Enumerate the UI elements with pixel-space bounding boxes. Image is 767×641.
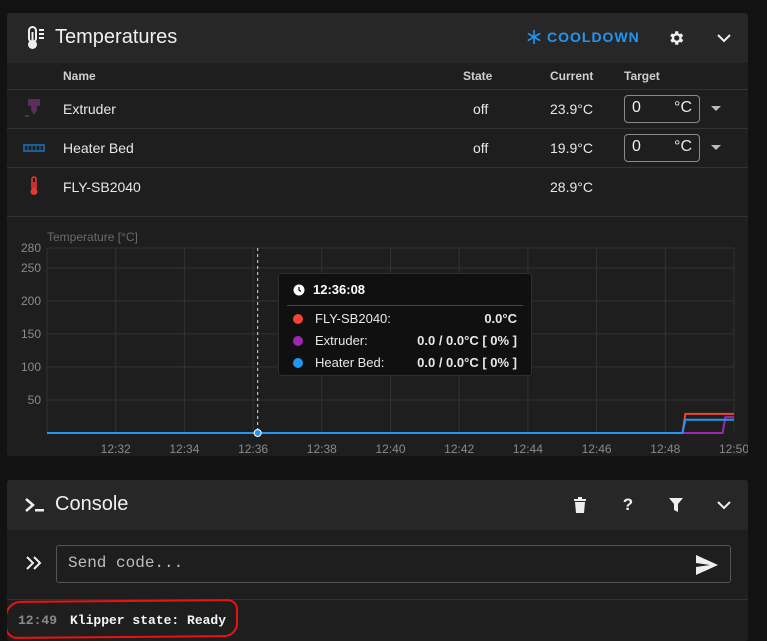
x-tick-label: 12:40	[375, 442, 405, 456]
heater-current: 19.9°C	[550, 140, 593, 156]
chevron-down-icon[interactable]	[712, 493, 736, 517]
console-title: Console	[55, 493, 129, 515]
y-tick-label: 280	[21, 241, 41, 255]
red-annotation-outline	[7, 598, 239, 640]
console-input[interactable]	[68, 554, 668, 572]
heater-state: off	[473, 140, 489, 156]
cooldown-button[interactable]: COOLDOWN	[527, 29, 640, 45]
send-icon[interactable]	[696, 555, 718, 575]
temperatures-panel: Temperatures COOLDOWN Name State Current…	[7, 13, 748, 456]
x-tick-label: 12:42	[444, 442, 474, 456]
cooldown-label: COOLDOWN	[547, 29, 640, 45]
x-tick-label: 12:32	[101, 442, 131, 456]
trash-icon[interactable]	[568, 493, 592, 517]
column-current: Current	[550, 69, 594, 83]
x-tick-label: 12:46	[582, 442, 612, 456]
console-log-entry: 12:49 Klipper state: Ready	[7, 598, 748, 641]
tooltip-value: 0.0°C	[484, 311, 517, 326]
target-field-extruder[interactable]: °C	[624, 95, 700, 123]
gear-icon[interactable]	[664, 26, 688, 50]
tooltip-label: FLY-SB2040:	[315, 311, 391, 326]
heater-bed-icon	[23, 136, 47, 160]
sensor-name: FLY-SB2040	[63, 179, 141, 195]
temperatures-header: Temperatures COOLDOWN	[7, 13, 748, 63]
target-field-heater-bed[interactable]: °C	[624, 134, 700, 162]
sensor-current: 28.9°C	[550, 179, 593, 195]
y-tick-label: 250	[21, 261, 41, 275]
y-tick-label: 200	[21, 294, 41, 308]
tooltip-value: 0.0 / 0.0°C [ 0% ]	[417, 355, 517, 370]
tooltip-label: Heater Bed:	[315, 355, 385, 370]
console-header: Console ?	[7, 480, 748, 530]
tooltip-row: Heater Bed: 0.0 / 0.0°C [ 0% ]	[293, 354, 517, 374]
temperature-chart[interactable]: Temperature [°C] 50 100 150 200 250 280 12:32 12…	[7, 216, 748, 456]
temperatures-table-header: Name State Current Target	[7, 65, 748, 89]
legend-dot	[293, 358, 303, 368]
clock-icon	[293, 284, 305, 296]
x-tick-label: 12:38	[307, 442, 337, 456]
console-input-field[interactable]	[56, 545, 731, 583]
thermometer-icon	[23, 175, 47, 199]
snowflake-icon	[527, 30, 541, 44]
legend-dot	[293, 336, 303, 346]
legend-dot	[293, 314, 303, 324]
thermometer-lines-icon	[23, 26, 47, 50]
tooltip-row: FLY-SB2040: 0.0°C	[293, 310, 517, 330]
heater-state: off	[473, 101, 489, 117]
chevron-down-icon[interactable]	[712, 26, 736, 50]
target-input-extruder[interactable]	[632, 99, 672, 117]
x-tick-label: 12:50	[719, 442, 748, 456]
target-input-heater-bed[interactable]	[632, 138, 672, 156]
heater-current: 23.9°C	[550, 101, 593, 117]
x-tick-label: 12:36	[238, 442, 268, 456]
tooltip-time: 12:36:08	[313, 282, 366, 297]
expand-history-icon[interactable]	[25, 555, 43, 576]
column-target: Target	[624, 69, 660, 83]
table-row-extruder: Extruder off 23.9°C °C	[7, 89, 748, 127]
tooltip-divider	[287, 305, 523, 306]
x-tick-label: 12:48	[650, 442, 680, 456]
table-row-fly-sb2040: FLY-SB2040 28.9°C	[7, 167, 748, 203]
target-dropdown-icon[interactable]	[711, 106, 721, 111]
target-unit: °C	[674, 99, 692, 116]
y-axis-label: Temperature [°C]	[47, 230, 138, 244]
chart-tooltip: 12:36:08 FLY-SB2040: 0.0°C Extruder: 0.0…	[278, 273, 532, 376]
filter-icon[interactable]	[664, 493, 688, 517]
y-tick-label: 150	[21, 327, 41, 341]
tooltip-row: Extruder: 0.0 / 0.0°C [ 0% ]	[293, 332, 517, 352]
tooltip-value: 0.0 / 0.0°C [ 0% ]	[417, 333, 517, 348]
console-icon	[23, 493, 47, 517]
x-tick-label: 12:44	[513, 442, 543, 456]
target-dropdown-icon[interactable]	[711, 145, 721, 150]
column-name: Name	[63, 69, 96, 83]
x-tick-label: 12:34	[169, 442, 199, 456]
console-panel: Console ? 12:49 Klipper state: Ready	[7, 480, 748, 641]
tooltip-label: Extruder:	[315, 333, 368, 348]
heater-name: Heater Bed	[63, 140, 134, 156]
column-state: State	[463, 69, 493, 83]
table-row-heater-bed: Heater Bed off 19.9°C °C	[7, 128, 748, 166]
help-icon[interactable]: ?	[616, 493, 640, 517]
extruder-icon	[23, 97, 47, 121]
temperatures-title: Temperatures	[55, 26, 178, 48]
crosshair-point	[253, 429, 262, 437]
y-tick-label: 100	[21, 360, 41, 374]
y-tick-label: 50	[28, 393, 42, 407]
target-unit: °C	[674, 138, 692, 155]
heater-name: Extruder	[63, 101, 116, 117]
